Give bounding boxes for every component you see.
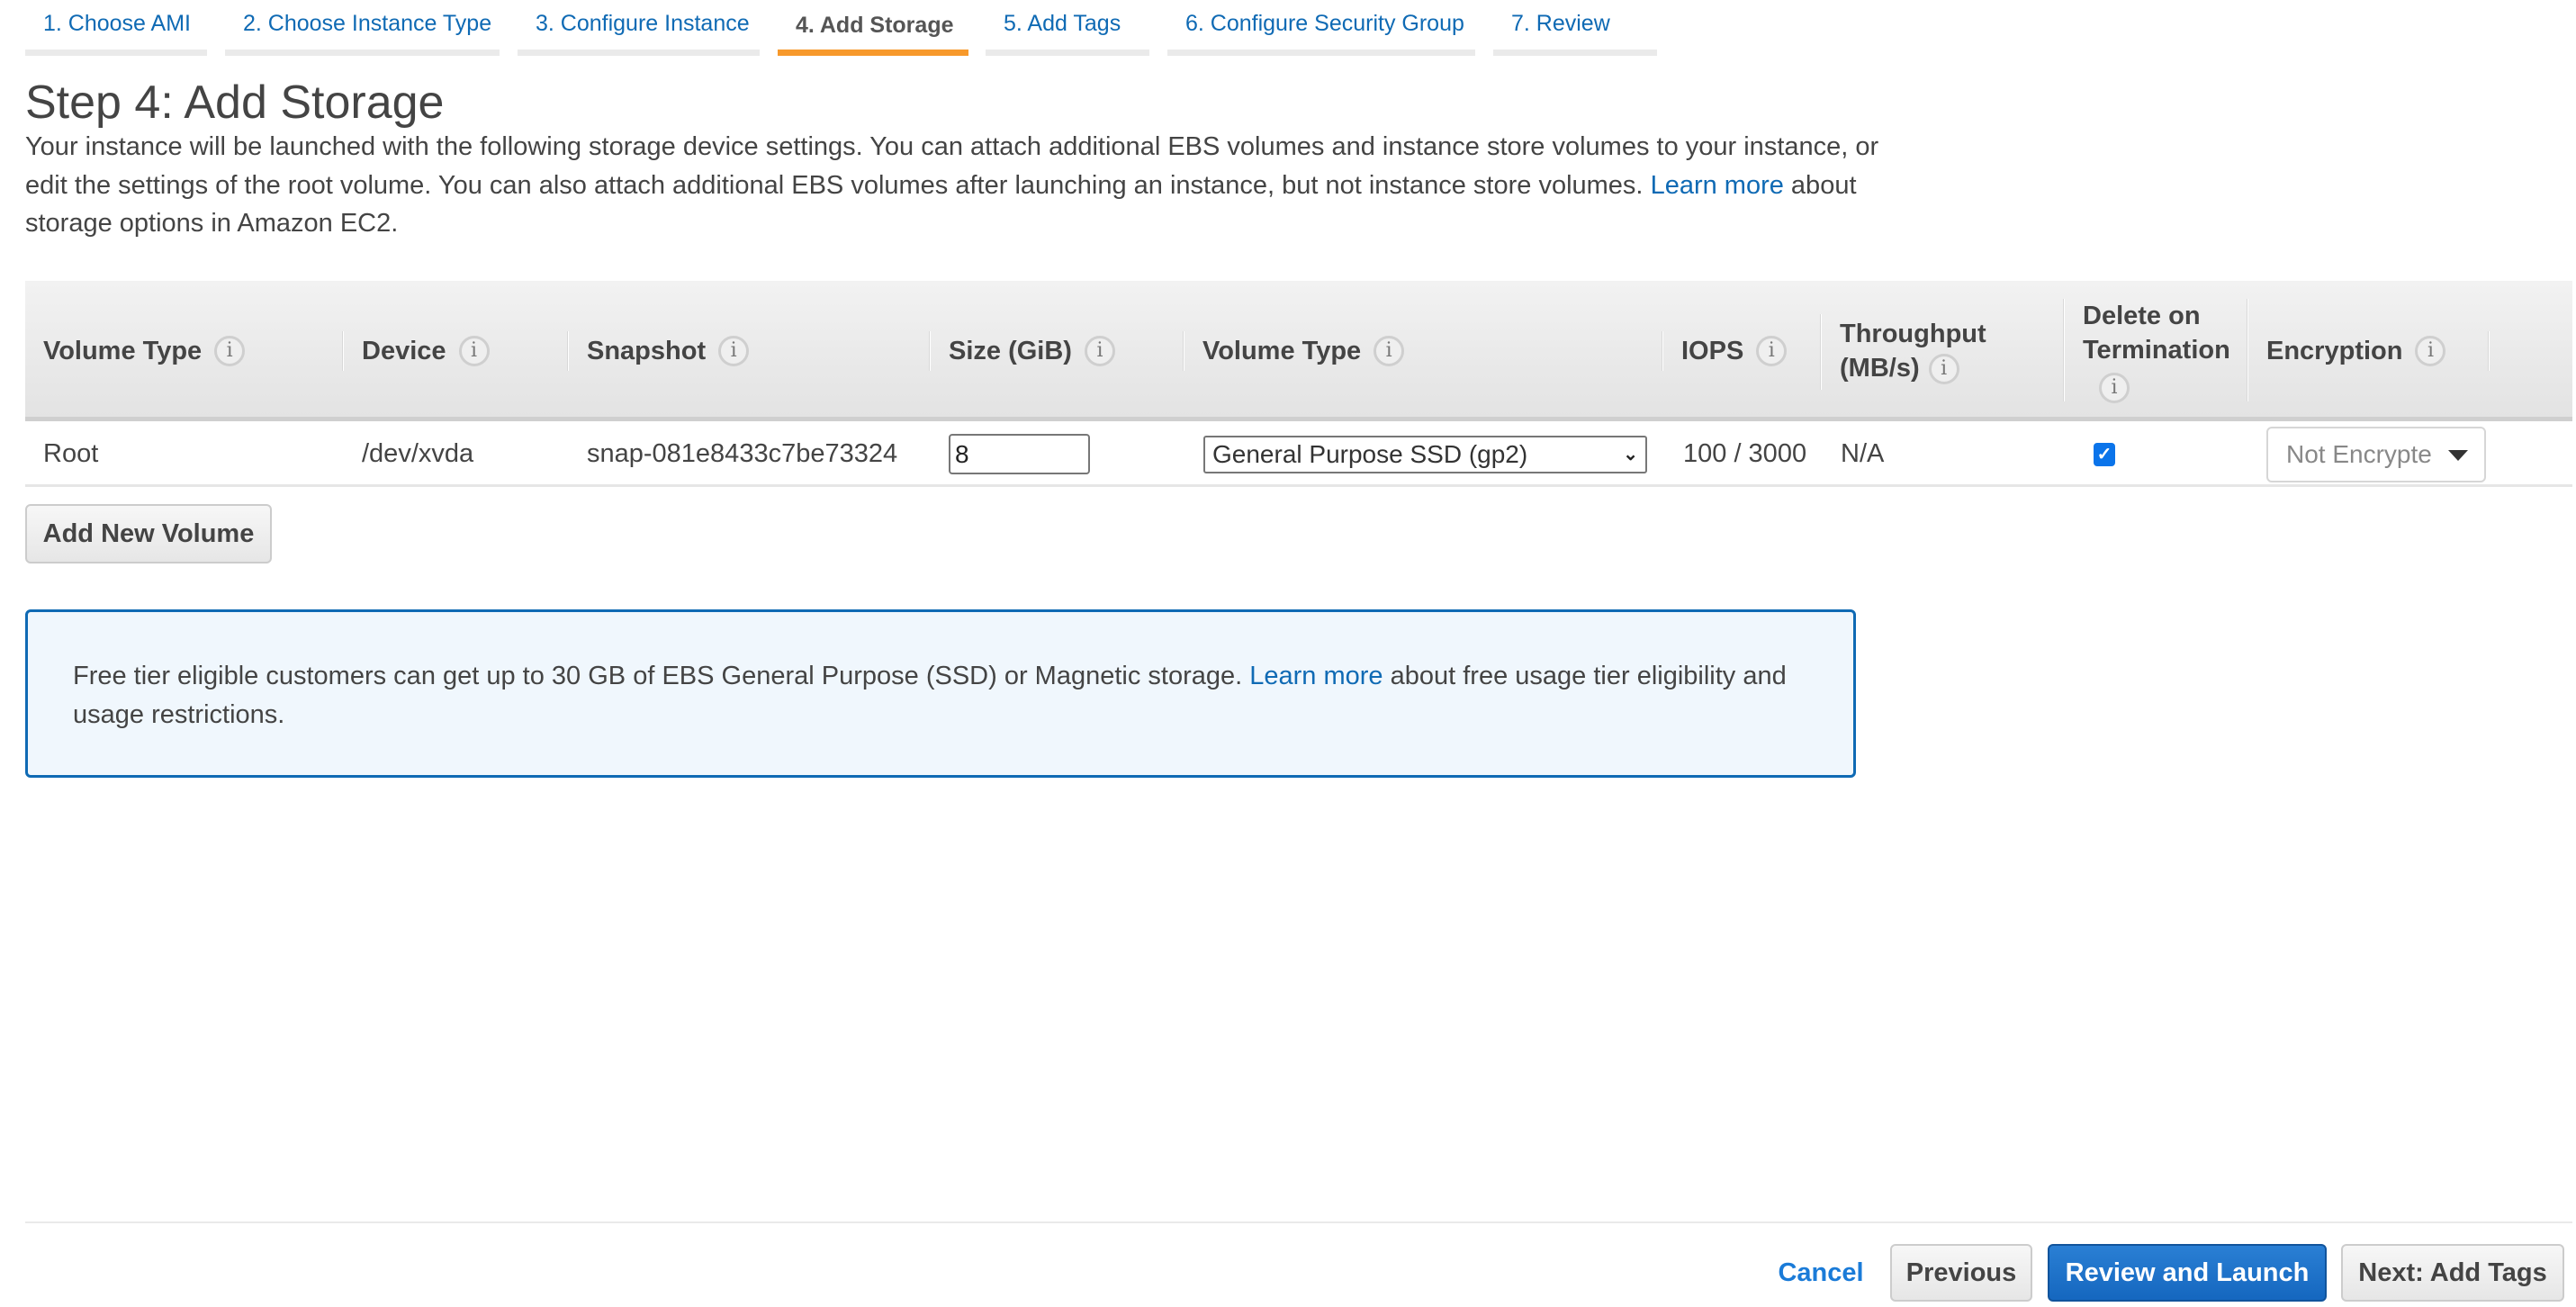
caret-down-icon (2448, 449, 2468, 461)
column-label: Encryption (2266, 337, 2403, 365)
previous-button[interactable]: Previous (1890, 1244, 2032, 1302)
add-new-volume-button[interactable]: Add New Volume (25, 504, 272, 563)
column-header-device: Device i (344, 281, 569, 421)
table-header: Volume Type i Device i Snapshot i Size (GiB… (25, 281, 2572, 421)
info-circle-icon[interactable]: i (1084, 336, 1115, 366)
chevron-down-icon: ⌄ (1623, 445, 1638, 464)
tab-label[interactable]: 1. Choose AMI (43, 11, 191, 37)
column-label: Throughput (MB/s) (1840, 320, 1986, 383)
column-header-size: Size (GiB) i (931, 281, 1184, 421)
tab-underline (518, 50, 760, 56)
info-circle-icon[interactable]: i (718, 336, 750, 366)
column-header-snapshot: Snapshot i (569, 281, 931, 421)
intro-text: Your instance will be launched with the … (25, 128, 1888, 243)
cell-device: /dev/xvda (362, 439, 474, 468)
tab-configure-security-group[interactable]: 6. Configure Security Group (1167, 0, 1475, 56)
tab-underline (1493, 50, 1657, 56)
column-label: Size (GiB) (949, 337, 1072, 365)
tab-underline (1167, 50, 1475, 56)
tab-label[interactable]: 5. Add Tags (1004, 11, 1121, 37)
cancel-button[interactable]: Cancel (1766, 1244, 1876, 1302)
cell-size (949, 421, 1090, 487)
storage-table: Volume Type i Device i Snapshot i Size (GiB… (25, 281, 2572, 487)
free-tier-learn-more-link[interactable]: Learn more (1249, 662, 1383, 690)
column-label: Snapshot (587, 337, 707, 365)
cell-volume-type: Root (43, 439, 99, 468)
tab-underline (225, 50, 500, 56)
column-label: Delete on Termination (2083, 302, 2230, 365)
volume-type-select[interactable]: General Purpose SSD (gp2) ⌄ (1203, 435, 1647, 473)
free-tier-info-box: Free tier eligible customers can get up … (25, 609, 1856, 778)
info-circle-icon[interactable]: i (1928, 354, 1959, 385)
encryption-selected: Not Encrypted (2286, 439, 2432, 468)
info-circle-icon[interactable]: i (2099, 372, 2130, 403)
tab-label[interactable]: 6. Configure Security Group (1185, 11, 1464, 37)
size-input[interactable] (949, 434, 1090, 474)
review-and-launch-button[interactable]: Review and Launch (2048, 1244, 2327, 1302)
next-add-tags-button[interactable]: Next: Add Tags (2341, 1244, 2564, 1302)
cell-snapshot: snap-081e8433c7be73324 (587, 439, 898, 468)
intro-text-before: Your instance will be launched with the … (25, 132, 1879, 200)
wizard-steps: 1. Choose AMI 2. Choose Instance Type 3.… (0, 0, 2576, 56)
cell-encryption: Not Encrypted (2266, 421, 2486, 487)
column-header-volume-type: Volume Type i (25, 281, 344, 421)
tab-underline (25, 50, 207, 56)
column-header-iops: IOPS i (1663, 281, 1822, 421)
tab-configure-instance[interactable]: 3. Configure Instance (518, 0, 760, 56)
tab-label[interactable]: 2. Choose Instance Type (243, 11, 491, 37)
tab-choose-instance-type[interactable]: 2. Choose Instance Type (225, 0, 500, 56)
delete-on-termination-checkbox[interactable]: ✓ (2094, 442, 2115, 466)
tab-label[interactable]: 4. Add Storage (796, 13, 954, 39)
free-tier-text-before: Free tier eligible customers can get up … (73, 662, 1250, 690)
tab-underline (986, 50, 1149, 56)
tab-label[interactable]: 3. Configure Instance (536, 11, 750, 37)
cell-iops: 100 / 3000 (1683, 439, 1807, 468)
info-circle-icon[interactable]: i (214, 336, 246, 366)
info-circle-icon[interactable]: i (1756, 336, 1788, 366)
column-header-ebs-volume-type: Volume Type i (1184, 281, 1663, 421)
column-label: Volume Type (1202, 337, 1362, 365)
learn-more-link[interactable]: Learn more (1651, 171, 1784, 200)
column-header-throughput: Throughput (MB/s) i (1822, 281, 2065, 421)
volume-type-selected: General Purpose SSD (gp2) (1212, 439, 1528, 468)
cell-throughput: N/A (1841, 439, 1885, 468)
info-circle-icon[interactable]: i (2415, 336, 2446, 366)
info-circle-icon[interactable]: i (458, 336, 490, 366)
tab-review[interactable]: 7. Review (1493, 0, 1657, 56)
encryption-select[interactable]: Not Encrypted (2266, 426, 2486, 482)
column-header-delete-on-termination: Delete on Termination i (2065, 281, 2248, 421)
table-row: Root /dev/xvda snap-081e8433c7be73324 Ge… (25, 421, 2572, 487)
info-circle-icon[interactable]: i (1374, 336, 1405, 366)
tab-underline-active (778, 50, 968, 56)
tab-add-tags[interactable]: 5. Add Tags (986, 0, 1149, 56)
tab-label[interactable]: 7. Review (1511, 11, 1610, 37)
tab-add-storage[interactable]: 4. Add Storage (778, 0, 968, 56)
column-divider[interactable] (2488, 331, 2490, 371)
footer-divider (25, 1221, 2572, 1223)
tab-choose-ami[interactable]: 1. Choose AMI (25, 0, 207, 56)
page-title: Step 4: Add Storage (25, 77, 445, 129)
column-header-encryption: Encryption i (2248, 281, 2490, 421)
cell-delete-on-termination: ✓ (2094, 421, 2115, 487)
cell-ebs-volume-type: General Purpose SSD (gp2) ⌄ (1203, 421, 1647, 487)
column-label: Device (362, 337, 446, 365)
free-tier-text: Free tier eligible customers can get up … (73, 657, 1819, 734)
column-label: Volume Type (43, 337, 203, 365)
column-label: IOPS (1681, 337, 1744, 365)
